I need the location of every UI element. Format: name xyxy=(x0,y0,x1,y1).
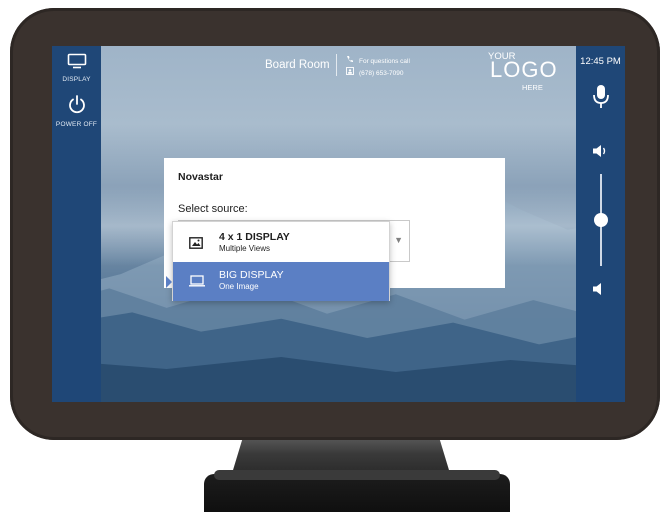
clock: 12:45 PM xyxy=(580,56,621,67)
dialog-title: Novastar xyxy=(178,171,223,183)
volume-slider-handle[interactable] xyxy=(594,213,608,227)
laptop-icon xyxy=(189,274,205,292)
microphone-icon xyxy=(592,85,610,114)
logo-placeholder: YOUR LOGO HERE xyxy=(488,51,568,92)
contact-line-1: For questions call xyxy=(359,57,410,65)
touch-panel-device: DISPLAY POWER OFF Board Room For questio… xyxy=(0,0,670,512)
stand-base-top xyxy=(214,470,500,480)
power-icon xyxy=(67,95,87,118)
speaker-icon xyxy=(592,283,610,300)
option-subtitle: Multiple Views xyxy=(219,244,270,253)
display-wall-icon xyxy=(189,236,203,254)
monitor-icon xyxy=(67,53,87,73)
source-option-4x1-display[interactable]: 4 x 1 DISPLAY Multiple Views xyxy=(173,224,389,262)
source-dropdown-list: 4 x 1 DISPLAY Multiple Views BIG DISPLAY… xyxy=(166,221,390,301)
contact-info: For questions call (678) 653-7090 xyxy=(346,55,410,79)
left-sidebar: DISPLAY POWER OFF xyxy=(52,46,101,402)
room-name: Board Room xyxy=(265,59,330,71)
header-divider xyxy=(336,54,337,76)
option-subtitle: One Image xyxy=(219,282,259,291)
option-title: BIG DISPLAY xyxy=(219,269,284,281)
support-icon xyxy=(346,67,354,79)
volume-up-button[interactable] xyxy=(592,144,610,163)
option-title: 4 x 1 DISPLAY xyxy=(219,231,290,243)
logo-bottom-text: HERE xyxy=(522,83,543,92)
dropdown-arrow-icon[interactable]: ▼ xyxy=(394,235,403,245)
source-option-big-display[interactable]: BIG DISPLAY One Image xyxy=(166,262,389,301)
display-button-label: DISPLAY xyxy=(62,76,91,83)
phone-icon xyxy=(346,55,354,67)
contact-phone: (678) 653-7090 xyxy=(359,69,404,77)
microphone-button[interactable] xyxy=(592,84,610,115)
logo-main-text: LOGO xyxy=(490,57,558,82)
screen: DISPLAY POWER OFF Board Room For questio… xyxy=(52,46,625,402)
right-sidebar: 12:45 PM xyxy=(576,46,625,402)
display-button[interactable]: DISPLAY xyxy=(52,53,101,83)
power-off-label: POWER OFF xyxy=(55,121,98,128)
speaker-loud-icon xyxy=(592,145,610,162)
power-off-button[interactable]: POWER OFF xyxy=(52,94,101,128)
select-source-label: Select source: xyxy=(178,203,248,215)
volume-down-button[interactable] xyxy=(592,282,610,301)
selection-marker xyxy=(166,276,172,288)
